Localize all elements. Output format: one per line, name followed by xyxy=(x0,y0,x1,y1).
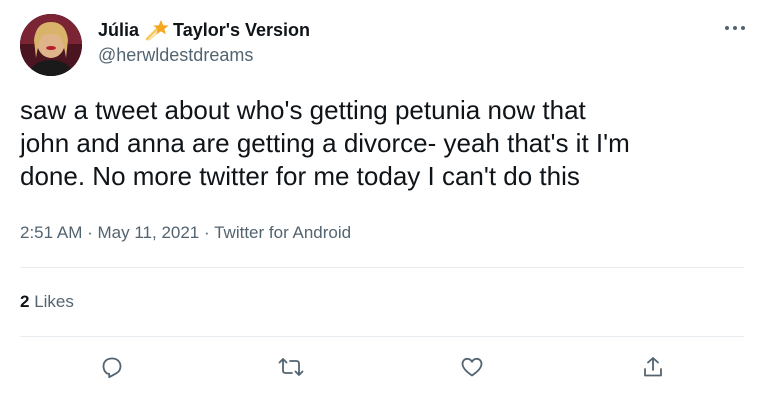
tweet-date: May 11, 2021 xyxy=(97,223,200,242)
divider xyxy=(20,267,744,268)
tweet-source-link[interactable]: Twitter for Android xyxy=(214,223,351,242)
retweet-button[interactable] xyxy=(276,352,306,382)
likes-label: Likes xyxy=(34,292,74,311)
tweet-time-link[interactable]: 2:51 AM · May 11, 2021 xyxy=(20,223,199,242)
tweet-time: 2:51 AM xyxy=(20,223,83,242)
more-options-button[interactable] xyxy=(720,16,750,40)
avatar-image xyxy=(20,14,82,76)
tweet-text: saw a tweet about who's getting petunia … xyxy=(20,95,630,191)
like-button[interactable] xyxy=(457,352,487,382)
tweet-meta: 2:51 AM · May 11, 2021 · Twitter for And… xyxy=(20,222,351,244)
display-name-prefix: Júlia xyxy=(98,20,140,40)
display-name-suffix: Taylor's Version xyxy=(173,20,311,40)
reply-button[interactable] xyxy=(97,352,127,382)
shooting-star-icon xyxy=(145,19,169,41)
avatar[interactable] xyxy=(20,14,82,76)
share-button[interactable] xyxy=(638,352,668,382)
display-name[interactable]: Júlia Taylor's Version xyxy=(98,18,310,42)
reply-icon xyxy=(102,357,122,379)
retweet-icon xyxy=(278,358,304,376)
action-bar xyxy=(0,352,770,382)
more-dots-icon xyxy=(725,26,745,30)
likes-count: 2 xyxy=(20,292,30,311)
share-icon xyxy=(644,357,662,377)
likes-stat[interactable]: 2 Likes xyxy=(20,291,74,313)
user-handle[interactable]: @herwldestdreams xyxy=(98,43,310,67)
author-block: Júlia Taylor's Version @herwldestdreams xyxy=(98,18,310,67)
meta-separator: · xyxy=(87,223,93,242)
meta-separator: · xyxy=(204,223,210,242)
divider xyxy=(20,336,744,337)
like-icon xyxy=(461,357,483,377)
tweet-card: Júlia Taylor's Version @herwldestdreams … xyxy=(0,0,770,400)
